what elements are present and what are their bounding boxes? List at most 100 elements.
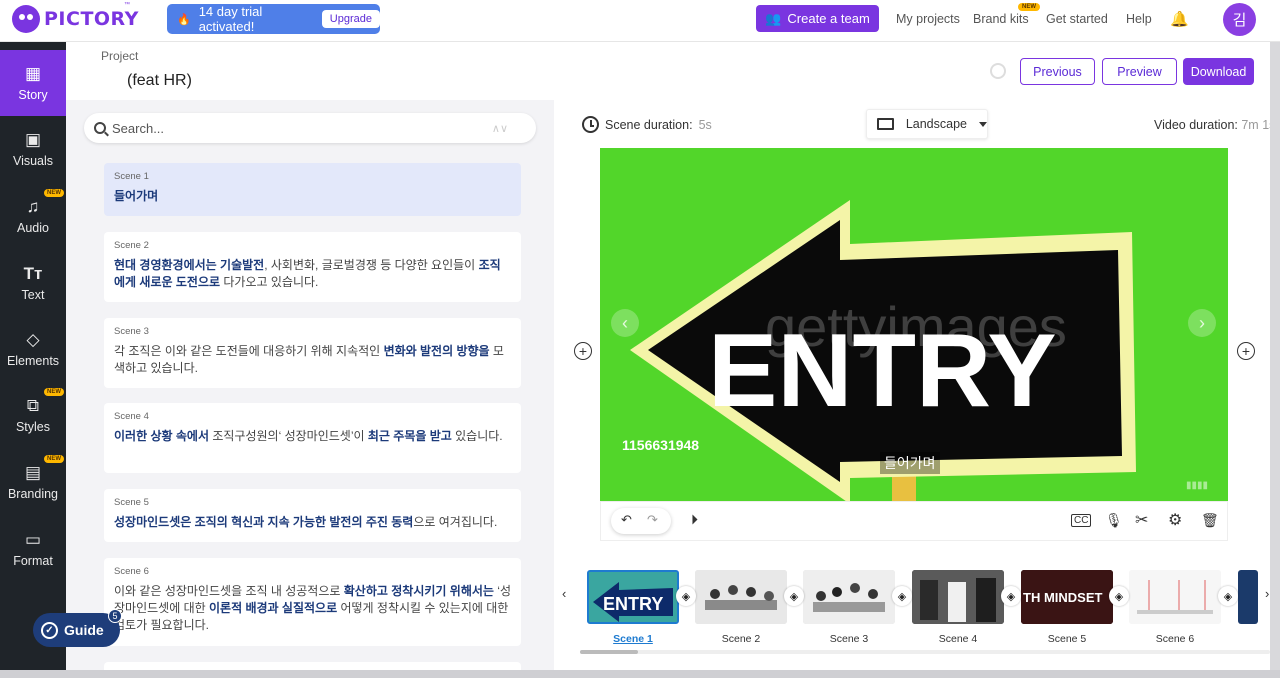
chevron-down-icon [979, 121, 987, 127]
scene-text[interactable]: 이러한 상황 속에서 조직구성원의‘ 성장마인드셋’이 최근 주목을 받고 있습… [114, 428, 511, 445]
sidebar-item-label: Elements [6, 353, 60, 368]
sidebar-item-text[interactable]: Tт Text [0, 250, 66, 316]
upgrade-button[interactable]: Upgrade [321, 10, 380, 28]
scene-text[interactable]: 이와 같은 성장마인드셋을 조직 내 성공적으로 확산하고 정착시키기 위해서는… [114, 583, 511, 634]
previous-button[interactable]: Previous [1020, 58, 1095, 85]
thumb-people-image [912, 570, 1004, 624]
search-input[interactable]: Search... ∧∨ [84, 113, 536, 143]
scene-duration-label: Scene duration: [605, 117, 693, 132]
editor-toolbar: ↶ ↷ ⏵ CC 🎙 ✂ ⚙ 🗑 [600, 501, 1228, 541]
timeline-thumb-5[interactable]: TH MINDSET [1021, 570, 1113, 624]
sidebar-item-label: Styles [15, 419, 51, 434]
video-duration: Video duration: 7m 1s [1154, 118, 1275, 132]
image-icon: ▣ [24, 129, 42, 149]
brand-kits-new-badge: NEW [1018, 3, 1040, 11]
scene-card-3[interactable]: Scene 3 각 조직은 이와 같은 도전들에 대응하기 위해 지속적인 변화… [104, 318, 521, 388]
scene-card-1[interactable]: Scene 1 들어가며 [104, 163, 521, 216]
new-badge: NEW [44, 388, 64, 396]
undo-icon[interactable]: ↶ [621, 512, 632, 528]
sidebar-item-label: Story [18, 87, 48, 102]
nav-my-projects[interactable]: My projects [896, 12, 960, 26]
scene-card-2[interactable]: Scene 2 현대 경영환경에서는 기술발전, 사회변화, 글로벌경쟁 등 다… [104, 232, 521, 302]
play-icon[interactable]: ⏵ [691, 511, 698, 528]
thumb-label: Scene 1 [613, 633, 653, 645]
sidebar-item-audio[interactable]: NEW ♫ Audio [0, 183, 66, 249]
timeline-scrollbar[interactable] [580, 650, 1270, 654]
thumb-label: Scene 6 [1155, 633, 1195, 645]
scene-card-6[interactable]: Scene 6 이와 같은 성장마인드셋을 조직 내 성공적으로 확산하고 정착… [104, 558, 521, 646]
scene-text[interactable]: 각 조직은 이와 같은 도전들에 대응하기 위해 지속적인 변화와 발전의 방향… [114, 343, 511, 377]
sidebar-item-story[interactable]: ▦ Story [0, 50, 66, 116]
add-scene-after-icon[interactable]: + [1237, 342, 1255, 360]
nav-get-started[interactable]: Get started [1046, 12, 1108, 26]
timeline-right-arrow-icon[interactable]: › [1265, 586, 1269, 601]
scene-label: Scene 3 [114, 326, 149, 337]
scissors-icon[interactable]: ✂ [1135, 510, 1148, 530]
layout-select[interactable]: Landscape [866, 109, 988, 139]
nav-brand-kits[interactable]: Brand kits [973, 12, 1029, 26]
sidebar-item-elements[interactable]: ◇ Elements [0, 316, 66, 382]
microphone-icon[interactable]: 🎙 [1105, 512, 1123, 529]
project-title[interactable]: (feat HR) [127, 72, 192, 90]
create-team-button[interactable]: 👥 Create a team [756, 5, 879, 32]
sidebar-item-label: Branding [7, 486, 59, 501]
scene-card-5[interactable]: Scene 5 성장마인드셋은 조직의 혁신과 지속 가능한 발전의 주진 동력… [104, 489, 521, 542]
layers-icon[interactable]: ◈ [784, 586, 804, 606]
scene-label: Scene 2 [114, 240, 149, 251]
redo-icon[interactable]: ↷ [647, 512, 658, 528]
download-button[interactable]: Download [1183, 58, 1254, 85]
timeline-left-arrow-icon[interactable]: ‹ [562, 586, 566, 601]
video-preview[interactable]: ENTRY gettyimages 1156631948 ▮▮▮▮ [600, 148, 1228, 501]
stock-id-text: 1156631948 [622, 437, 699, 453]
layers-icon[interactable]: ◈ [892, 586, 912, 606]
layers-icon[interactable]: ◈ [1001, 586, 1021, 606]
entry-sign-image: ENTRY gettyimages 1156631948 ▮▮▮▮ [600, 148, 1228, 501]
guide-button[interactable]: ✓ Guide [33, 613, 120, 647]
timeline-thumb-3[interactable] [803, 570, 895, 624]
sidebar-item-label: Format [13, 553, 53, 568]
pictory-logo[interactable]: PICTORY [12, 5, 139, 33]
scene-duration: Scene duration: 5s [582, 116, 712, 133]
music-icon: ♫ [26, 196, 40, 216]
timeline-thumb-7[interactable] [1238, 570, 1258, 624]
next-scene-arrow-icon[interactable]: › [1188, 309, 1216, 337]
scene-text[interactable]: 성장마인드셋은 조직의 혁신과 지속 가능한 발전의 주진 동력으로 여겨집니다… [114, 514, 511, 531]
sidebar-item-branding[interactable]: NEW ▤ Branding [0, 449, 66, 515]
clock-icon [582, 116, 599, 133]
new-badge: NEW [44, 189, 64, 197]
timeline-thumb-6[interactable] [1129, 570, 1221, 624]
preview-button[interactable]: Preview [1102, 58, 1177, 85]
thumb-white-image [1129, 570, 1221, 624]
timeline-scrollbar-thumb[interactable] [580, 650, 638, 654]
layers-icon[interactable]: ◈ [1109, 586, 1129, 606]
timeline-thumb-4[interactable] [912, 570, 1004, 624]
trash-icon[interactable]: 🗑 [1201, 512, 1219, 529]
text-icon: Tт [23, 263, 43, 283]
bell-icon[interactable]: 🔔 [1170, 10, 1189, 28]
thumb-label: Scene 3 [829, 633, 869, 645]
timeline-thumb-1[interactable]: ENTRY [587, 570, 679, 624]
nav-help[interactable]: Help [1126, 12, 1152, 26]
avatar[interactable]: 김 [1223, 3, 1256, 36]
timeline-thumb-2[interactable] [695, 570, 787, 624]
prev-scene-arrow-icon[interactable]: ‹ [611, 309, 639, 337]
search-placeholder: Search... [112, 120, 165, 136]
add-scene-before-icon[interactable]: + [574, 342, 592, 360]
settings-gear-icon[interactable]: ⚙ [1168, 510, 1182, 530]
scene-text[interactable]: 들어가며 [114, 188, 511, 205]
scene-label: Scene 6 [114, 566, 149, 577]
sidebar-item-styles[interactable]: NEW ⧉ Styles [0, 382, 66, 448]
closed-caption-icon[interactable]: CC [1071, 514, 1092, 527]
scene-label: Scene 5 [114, 497, 149, 508]
search-arrows-icon[interactable]: ∧∨ [492, 122, 508, 135]
project-label: Project [101, 49, 139, 63]
layers-icon[interactable]: ◈ [1218, 586, 1238, 606]
scene-label: Scene 1 [114, 171, 149, 182]
scene-text[interactable]: 현대 경영환경에서는 기술발전, 사회변화, 글로벌경쟁 등 다양한 요인들이 … [114, 257, 511, 291]
caption-text[interactable]: 들어가며 [880, 452, 940, 474]
layers-icon[interactable]: ◈ [676, 586, 696, 606]
scene-card-4[interactable]: Scene 4 이러한 상황 속에서 조직구성원의‘ 성장마인드셋’이 최근 주… [104, 403, 521, 473]
sidebar-item-format[interactable]: ▭ Format [0, 516, 66, 582]
sidebar-item-visuals[interactable]: ▣ Visuals [0, 116, 66, 182]
thumb-meeting-image [803, 570, 895, 624]
